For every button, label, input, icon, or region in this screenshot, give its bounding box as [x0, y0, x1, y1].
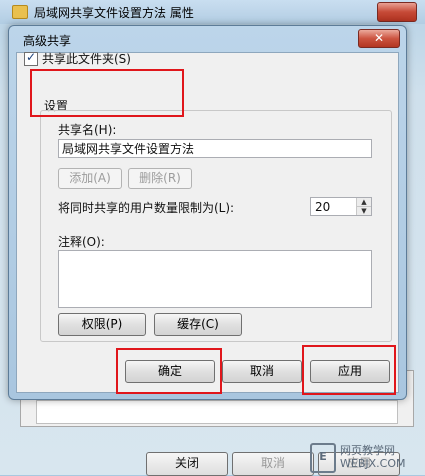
- highlight-share-checkbox: [30, 69, 184, 117]
- user-limit-label: 将同时共享的用户数量限制为(L):: [58, 201, 235, 215]
- watermark-logo-icon: E: [310, 443, 336, 473]
- highlight-ok-button: [116, 348, 222, 394]
- properties-close-btn[interactable]: 关闭: [146, 452, 228, 476]
- share-folder-label: 共享此文件夹(S): [42, 52, 131, 66]
- add-button[interactable]: 添加(A): [58, 168, 122, 189]
- share-folder-checkbox[interactable]: [24, 50, 38, 66]
- cache-button[interactable]: 缓存(C): [154, 313, 242, 336]
- watermark-text-2: WEBJX.COM: [340, 457, 406, 470]
- properties-close-button[interactable]: [377, 2, 417, 22]
- dialog-close-button[interactable]: ✕: [358, 29, 400, 48]
- properties-inner-field: [36, 400, 398, 424]
- spinner-buttons: ▲ ▼: [356, 198, 371, 215]
- properties-titlebar: 局域网共享文件设置方法 属性: [0, 0, 425, 24]
- share-name-input[interactable]: 局域网共享文件设置方法: [58, 139, 372, 158]
- cancel-button[interactable]: 取消: [222, 360, 302, 383]
- dialog-title: 高级共享: [23, 34, 72, 48]
- spinner-up-icon[interactable]: ▲: [357, 198, 371, 207]
- comment-label: 注释(O):: [58, 235, 105, 249]
- properties-title: 局域网共享文件设置方法 属性: [34, 6, 194, 20]
- remove-button[interactable]: 删除(R): [128, 168, 192, 189]
- comment-textarea[interactable]: [58, 250, 372, 308]
- watermark: E 网页教学网 WEBJX.COM: [300, 440, 420, 474]
- highlight-apply-button: [302, 345, 396, 395]
- spinner-down-icon[interactable]: ▼: [357, 207, 371, 215]
- user-limit-value[interactable]: 20: [315, 200, 330, 214]
- user-limit-spinner[interactable]: 20 ▲ ▼: [310, 197, 372, 216]
- folder-icon: [12, 5, 28, 19]
- share-folder-checkbox-row[interactable]: 共享此文件夹(S): [24, 50, 131, 67]
- watermark-text-1: 网页教学网: [340, 444, 395, 457]
- share-name-label: 共享名(H):: [58, 123, 117, 137]
- permissions-button[interactable]: 权限(P): [58, 313, 146, 336]
